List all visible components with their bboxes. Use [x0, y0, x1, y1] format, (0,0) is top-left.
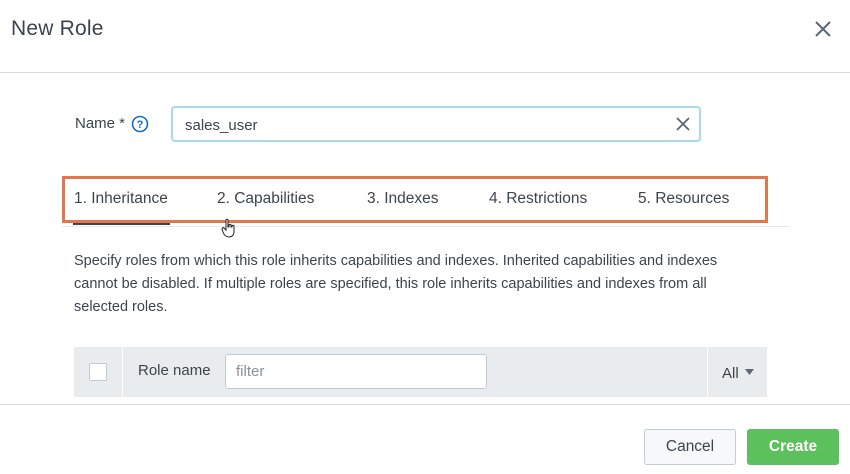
inheritance-description: Specify roles from which this role inher…: [74, 253, 718, 315]
select-all-checkbox[interactable]: [89, 363, 107, 381]
role-name-column-header: Role name: [138, 362, 211, 379]
all-filter-label: All: [722, 365, 739, 382]
caret-down-icon: [745, 369, 754, 375]
select-all-cell: [74, 347, 123, 397]
close-icon: [815, 21, 831, 37]
create-button[interactable]: Create: [747, 429, 839, 465]
name-input[interactable]: [185, 115, 665, 135]
close-button[interactable]: [810, 16, 836, 42]
name-row: Name * ?: [75, 106, 715, 142]
roles-table-header: Role name All: [74, 347, 767, 397]
name-input-wrapper: [171, 106, 701, 142]
name-label: Name *: [75, 115, 126, 132]
all-filter-dropdown[interactable]: All: [707, 347, 767, 397]
cancel-button[interactable]: Cancel: [644, 429, 736, 465]
tabs-divider: [62, 226, 790, 227]
clear-icon[interactable]: [675, 116, 691, 132]
cursor-icon: [221, 218, 235, 238]
svg-text:?: ?: [137, 119, 144, 131]
footer-divider: [0, 404, 850, 405]
dialog-title: New Role: [11, 17, 104, 40]
tabs-highlight-box: [62, 176, 768, 223]
help-icon[interactable]: ?: [131, 115, 149, 133]
modal-header: New Role: [0, 0, 850, 73]
role-filter-input[interactable]: [225, 354, 487, 389]
